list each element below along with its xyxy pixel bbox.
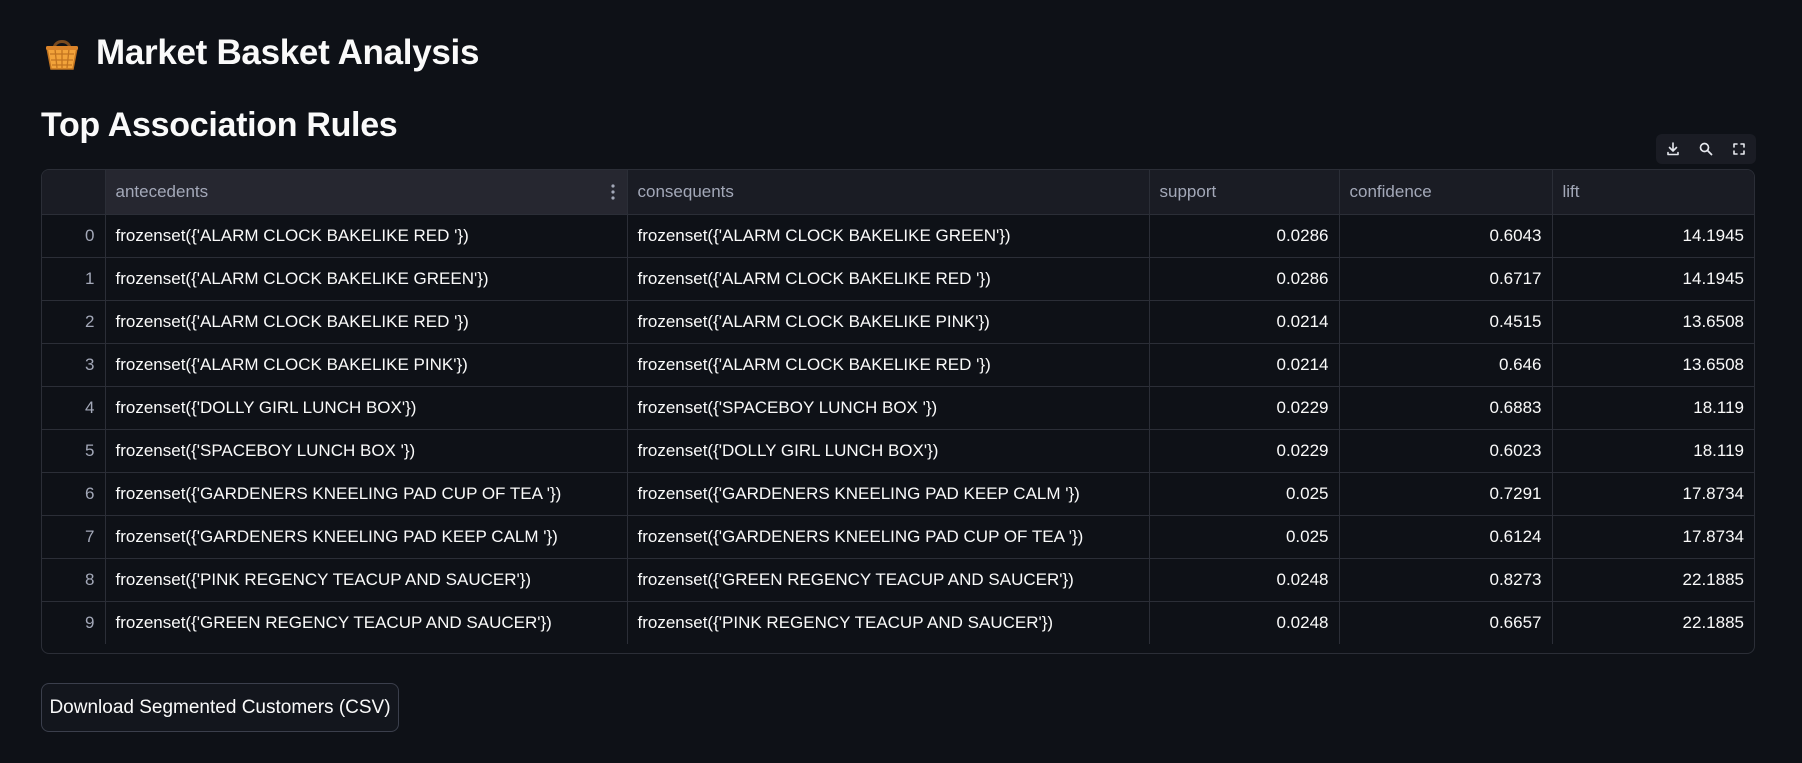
- antecedents-cell[interactable]: frozenset({'GARDENERS KNEELING PAD CUP O…: [105, 472, 628, 516]
- support-cell[interactable]: 0.0229: [1149, 429, 1340, 473]
- row-index: 7: [42, 515, 106, 559]
- column-header-antecedents[interactable]: antecedents: [105, 170, 628, 215]
- column-header-confidence[interactable]: confidence: [1339, 170, 1553, 215]
- association-rules-table[interactable]: antecedents consequents support confiden…: [41, 169, 1755, 654]
- table-row[interactable]: 0 frozenset({'ALARM CLOCK BAKELIKE RED '…: [42, 214, 1754, 258]
- column-menu-icon[interactable]: [610, 183, 615, 201]
- lift-cell[interactable]: 13.6508: [1552, 343, 1754, 387]
- antecedents-cell[interactable]: frozenset({'PINK REGENCY TEACUP AND SAUC…: [105, 558, 628, 602]
- confidence-cell[interactable]: 0.6023: [1339, 429, 1553, 473]
- section-title: Top Association Rules: [41, 106, 398, 144]
- support-cell[interactable]: 0.0214: [1149, 300, 1340, 344]
- support-cell[interactable]: 0.025: [1149, 515, 1340, 559]
- table-row[interactable]: 7 frozenset({'GARDENERS KNEELING PAD KEE…: [42, 515, 1754, 559]
- consequents-cell[interactable]: frozenset({'GARDENERS KNEELING PAD CUP O…: [627, 515, 1150, 559]
- row-index: 6: [42, 472, 106, 516]
- antecedents-cell[interactable]: frozenset({'ALARM CLOCK BAKELIKE GREEN'}…: [105, 257, 628, 301]
- table-header-row: antecedents consequents support confiden…: [42, 170, 1754, 215]
- antecedents-cell[interactable]: frozenset({'DOLLY GIRL LUNCH BOX'}): [105, 386, 628, 430]
- row-index: 2: [42, 300, 106, 344]
- support-cell[interactable]: 0.0248: [1149, 558, 1340, 602]
- antecedents-cell[interactable]: frozenset({'SPACEBOY LUNCH BOX '}): [105, 429, 628, 473]
- column-header-lift[interactable]: lift: [1552, 170, 1754, 215]
- consequents-cell[interactable]: frozenset({'DOLLY GIRL LUNCH BOX'}): [627, 429, 1150, 473]
- table-row[interactable]: 1 frozenset({'ALARM CLOCK BAKELIKE GREEN…: [42, 257, 1754, 301]
- antecedents-cell[interactable]: frozenset({'ALARM CLOCK BAKELIKE PINK'}): [105, 343, 628, 387]
- consequents-cell[interactable]: frozenset({'ALARM CLOCK BAKELIKE RED '}): [627, 257, 1150, 301]
- table-row[interactable]: 8 frozenset({'PINK REGENCY TEACUP AND SA…: [42, 558, 1754, 602]
- download-segmented-customers-button[interactable]: Download Segmented Customers (CSV): [41, 683, 399, 732]
- lift-cell[interactable]: 18.119: [1552, 386, 1754, 430]
- confidence-cell[interactable]: 0.8273: [1339, 558, 1553, 602]
- table-row[interactable]: 5 frozenset({'SPACEBOY LUNCH BOX '}) fro…: [42, 429, 1754, 473]
- antecedents-cell[interactable]: frozenset({'ALARM CLOCK BAKELIKE RED '}): [105, 300, 628, 344]
- lift-cell[interactable]: 18.119: [1552, 429, 1754, 473]
- lift-cell[interactable]: 22.1885: [1552, 601, 1754, 644]
- basket-icon: [46, 40, 78, 70]
- table-row[interactable]: 9 frozenset({'GREEN REGENCY TEACUP AND S…: [42, 601, 1754, 644]
- confidence-cell[interactable]: 0.6657: [1339, 601, 1553, 644]
- lift-cell[interactable]: 17.8734: [1552, 472, 1754, 516]
- table-row[interactable]: 2 frozenset({'ALARM CLOCK BAKELIKE RED '…: [42, 300, 1754, 344]
- consequents-cell[interactable]: frozenset({'GREEN REGENCY TEACUP AND SAU…: [627, 558, 1150, 602]
- lift-cell[interactable]: 17.8734: [1552, 515, 1754, 559]
- consequents-cell[interactable]: frozenset({'ALARM CLOCK BAKELIKE RED '}): [627, 343, 1150, 387]
- download-icon[interactable]: [1659, 135, 1687, 163]
- index-column-header[interactable]: [42, 170, 106, 215]
- table-row[interactable]: 6 frozenset({'GARDENERS KNEELING PAD CUP…: [42, 472, 1754, 516]
- lift-cell[interactable]: 22.1885: [1552, 558, 1754, 602]
- row-index: 4: [42, 386, 106, 430]
- confidence-cell[interactable]: 0.6883: [1339, 386, 1553, 430]
- consequents-cell[interactable]: frozenset({'GARDENERS KNEELING PAD KEEP …: [627, 472, 1150, 516]
- support-cell[interactable]: 0.025: [1149, 472, 1340, 516]
- row-index: 8: [42, 558, 106, 602]
- support-cell[interactable]: 0.0229: [1149, 386, 1340, 430]
- confidence-cell[interactable]: 0.7291: [1339, 472, 1553, 516]
- support-cell[interactable]: 0.0286: [1149, 214, 1340, 258]
- confidence-cell[interactable]: 0.6717: [1339, 257, 1553, 301]
- row-index: 5: [42, 429, 106, 473]
- row-index: 3: [42, 343, 106, 387]
- app-title: Market Basket Analysis: [96, 33, 480, 72]
- lift-cell[interactable]: 14.1945: [1552, 257, 1754, 301]
- column-header-consequents[interactable]: consequents: [627, 170, 1150, 215]
- confidence-cell[interactable]: 0.6124: [1339, 515, 1553, 559]
- antecedents-cell[interactable]: frozenset({'GREEN REGENCY TEACUP AND SAU…: [105, 601, 628, 644]
- consequents-cell[interactable]: frozenset({'ALARM CLOCK BAKELIKE GREEN'}…: [627, 214, 1150, 258]
- consequents-cell[interactable]: frozenset({'PINK REGENCY TEACUP AND SAUC…: [627, 601, 1150, 644]
- column-header-support[interactable]: support: [1149, 170, 1340, 215]
- table-row[interactable]: 4 frozenset({'DOLLY GIRL LUNCH BOX'}) fr…: [42, 386, 1754, 430]
- support-cell[interactable]: 0.0248: [1149, 601, 1340, 644]
- confidence-cell[interactable]: 0.4515: [1339, 300, 1553, 344]
- lift-cell[interactable]: 13.6508: [1552, 300, 1754, 344]
- consequents-cell[interactable]: frozenset({'SPACEBOY LUNCH BOX '}): [627, 386, 1150, 430]
- lift-cell[interactable]: 14.1945: [1552, 214, 1754, 258]
- row-index: 0: [42, 214, 106, 258]
- row-index: 9: [42, 601, 106, 644]
- support-cell[interactable]: 0.0214: [1149, 343, 1340, 387]
- search-icon[interactable]: [1692, 135, 1720, 163]
- column-header-label: antecedents: [115, 181, 209, 201]
- confidence-cell[interactable]: 0.6043: [1339, 214, 1553, 258]
- antecedents-cell[interactable]: frozenset({'ALARM CLOCK BAKELIKE RED '}): [105, 214, 628, 258]
- confidence-cell[interactable]: 0.646: [1339, 343, 1553, 387]
- consequents-cell[interactable]: frozenset({'ALARM CLOCK BAKELIKE PINK'}): [627, 300, 1150, 344]
- fullscreen-icon[interactable]: [1725, 135, 1753, 163]
- row-index: 1: [42, 257, 106, 301]
- support-cell[interactable]: 0.0286: [1149, 257, 1340, 301]
- table-toolbar: [1656, 134, 1756, 164]
- table-row[interactable]: 3 frozenset({'ALARM CLOCK BAKELIKE PINK'…: [42, 343, 1754, 387]
- antecedents-cell[interactable]: frozenset({'GARDENERS KNEELING PAD KEEP …: [105, 515, 628, 559]
- app-header: Market Basket Analysis: [42, 28, 479, 78]
